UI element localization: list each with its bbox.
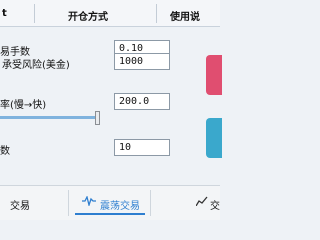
tab-oscillation-trade[interactable]: 震荡交易 xyxy=(100,197,140,212)
header-col-1: t xyxy=(2,8,7,19)
tab-divider xyxy=(150,190,151,216)
count-label: 数 xyxy=(0,146,10,157)
header-separator xyxy=(156,4,157,23)
speed-input[interactable]: 200.0 xyxy=(114,93,170,110)
tab-trade-right[interactable]: 交 xyxy=(210,197,220,212)
risk-label: 承受风险(美金) xyxy=(2,60,70,71)
chart-icon xyxy=(196,196,208,206)
tab-trade[interactable]: 交易 xyxy=(10,197,30,212)
speed-label: 率(慢→快) xyxy=(0,100,47,111)
active-tab-indicator xyxy=(75,213,145,215)
side-button-pink[interactable] xyxy=(206,55,222,95)
risk-input[interactable]: 1000 xyxy=(114,53,170,70)
side-button-teal[interactable] xyxy=(206,118,222,158)
tab-divider xyxy=(68,190,69,216)
wave-icon xyxy=(82,196,96,206)
header-bar: t 开仓方式 使用说 xyxy=(0,0,220,27)
header-col-instructions: 使用说 xyxy=(170,12,200,23)
speed-slider-track[interactable] xyxy=(0,116,100,119)
header-col-opening-mode: 开仓方式 xyxy=(68,12,108,23)
header-separator xyxy=(34,4,35,23)
count-input[interactable]: 10 xyxy=(114,139,170,156)
speed-slider-thumb[interactable] xyxy=(95,111,100,125)
